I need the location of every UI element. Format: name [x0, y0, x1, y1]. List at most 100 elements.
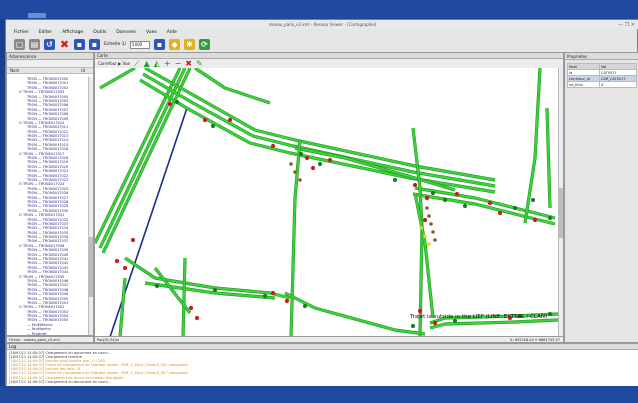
- network-node[interactable]: [130, 237, 136, 243]
- network-node[interactable]: [188, 305, 194, 311]
- diagonal-road-b[interactable]: [99, 68, 186, 249]
- network-node[interactable]: [497, 210, 503, 216]
- network-node[interactable]: [212, 287, 218, 293]
- vertical-road-5[interactable]: [545, 107, 552, 209]
- network-node[interactable]: [530, 197, 536, 203]
- top-left-diag[interactable]: [99, 68, 136, 89]
- map-svg[interactable]: Trajet is outside in the LIEF (LINE: EXT…: [95, 68, 558, 337]
- tree-panel-header: Nom Id: [7, 68, 93, 74]
- network-node[interactable]: [304, 155, 310, 161]
- remove-icon[interactable]: −: [175, 59, 182, 68]
- vertical-road-3[interactable]: [413, 192, 435, 319]
- network-node[interactable]: [194, 315, 200, 321]
- network-node[interactable]: [122, 265, 128, 271]
- network-node[interactable]: [410, 323, 416, 329]
- network-node[interactable]: [114, 258, 120, 264]
- apply-scale-icon[interactable]: ▪: [154, 39, 166, 50]
- refresh-icon[interactable]: ⟳: [199, 39, 211, 50]
- network-node[interactable]: [431, 230, 435, 234]
- network-node[interactable]: [430, 190, 436, 196]
- menu-item[interactable]: Outils: [93, 29, 106, 37]
- network-node[interactable]: [284, 298, 290, 304]
- network-node[interactable]: [429, 222, 433, 226]
- tree-scrollbar[interactable]: [88, 77, 93, 335]
- network-node[interactable]: [547, 311, 553, 317]
- menu-item[interactable]: Donnees: [116, 29, 136, 37]
- network-node[interactable]: [433, 238, 437, 242]
- network-node[interactable]: [432, 320, 438, 326]
- tree-col-id[interactable]: Id: [81, 68, 85, 73]
- menu-item[interactable]: Editer: [39, 29, 52, 37]
- network-node[interactable]: [532, 217, 538, 223]
- network-node[interactable]: [487, 200, 493, 206]
- settings-icon[interactable]: ✱: [184, 39, 196, 50]
- network-node[interactable]: [302, 303, 308, 309]
- save-as-icon[interactable]: ▪: [89, 39, 100, 50]
- network-node[interactable]: [310, 165, 316, 171]
- open-file-icon[interactable]: ▤: [29, 39, 40, 50]
- network-node[interactable]: [462, 203, 468, 209]
- network-node[interactable]: [289, 162, 293, 166]
- scale-input[interactable]: 5000: [130, 40, 151, 49]
- menu-item[interactable]: Affichage: [62, 29, 83, 37]
- network-node[interactable]: [547, 215, 553, 221]
- network-node[interactable]: [327, 157, 333, 163]
- network-node[interactable]: [419, 226, 423, 230]
- corridor-2b[interactable]: [414, 186, 556, 220]
- network-node[interactable]: [174, 99, 180, 105]
- edit-icon[interactable]: ✎: [196, 59, 203, 68]
- menu-item[interactable]: Fichier: [14, 29, 29, 37]
- lower-road-6-edge[interactable]: [284, 291, 426, 336]
- network-node[interactable]: [202, 117, 208, 123]
- network-node[interactable]: [298, 178, 302, 182]
- network-node[interactable]: [422, 217, 428, 223]
- map-vscroll-thumb[interactable]: [559, 188, 563, 238]
- diagonal-road-c[interactable]: [102, 68, 191, 254]
- network-node[interactable]: [392, 177, 398, 183]
- draw-line-icon[interactable]: ⟋: [134, 59, 140, 68]
- network-node[interactable]: [512, 205, 518, 211]
- tree-row[interactable]: — FeuArret: [27, 332, 89, 335]
- network-node[interactable]: [412, 182, 418, 188]
- import-icon[interactable]: ↺: [44, 39, 55, 50]
- delete-element-icon[interactable]: ✖: [185, 59, 192, 68]
- tree-col-name[interactable]: Nom: [10, 68, 19, 73]
- network-node[interactable]: [417, 308, 423, 314]
- add-icon[interactable]: +: [164, 59, 171, 68]
- tree-scroll-thumb[interactable]: [89, 237, 93, 297]
- network-node[interactable]: [424, 195, 430, 201]
- map-toolbar-label: Carrefour ▶ Vue: [98, 61, 130, 66]
- network-node[interactable]: [167, 101, 173, 107]
- network-node[interactable]: [427, 242, 431, 246]
- new-file-icon[interactable]: ▢: [14, 39, 25, 50]
- menu-item[interactable]: Aide: [167, 29, 177, 37]
- network-node[interactable]: [210, 123, 216, 129]
- network-node[interactable]: [442, 197, 448, 203]
- layers-icon[interactable]: ◆: [169, 39, 181, 50]
- network-node[interactable]: [427, 214, 431, 218]
- network-node[interactable]: [270, 143, 276, 149]
- top-diag-2-edge[interactable]: [194, 68, 271, 105]
- add-node-icon[interactable]: ▲: [144, 59, 150, 68]
- save-icon[interactable]: ▪: [74, 39, 85, 50]
- map-vertical-scrollbar[interactable]: [558, 68, 563, 337]
- lower-road-6[interactable]: [284, 292, 426, 336]
- properties-row[interactable]: nb_feux 4: [566, 81, 637, 88]
- diagonal-road-a[interactable]: [95, 68, 181, 244]
- network-node[interactable]: [227, 117, 233, 123]
- map-canvas[interactable]: Trajet is outside in the LIEF (LINE: EXT…: [95, 68, 558, 337]
- network-node[interactable]: [317, 161, 323, 167]
- network-node[interactable]: [262, 293, 268, 299]
- move-node-icon[interactable]: ◭: [154, 59, 160, 68]
- property-value[interactable]: 4: [599, 81, 637, 88]
- network-node[interactable]: [154, 283, 160, 289]
- network-node[interactable]: [423, 234, 427, 238]
- menu-item[interactable]: Vues: [146, 29, 157, 37]
- delete-icon[interactable]: ✖: [59, 38, 70, 51]
- network-node[interactable]: [270, 290, 276, 296]
- network-node[interactable]: [454, 191, 460, 197]
- network-node[interactable]: [293, 170, 297, 174]
- network-node[interactable]: [298, 151, 304, 157]
- desktop-logo: [28, 13, 46, 18]
- network-node[interactable]: [425, 206, 429, 210]
